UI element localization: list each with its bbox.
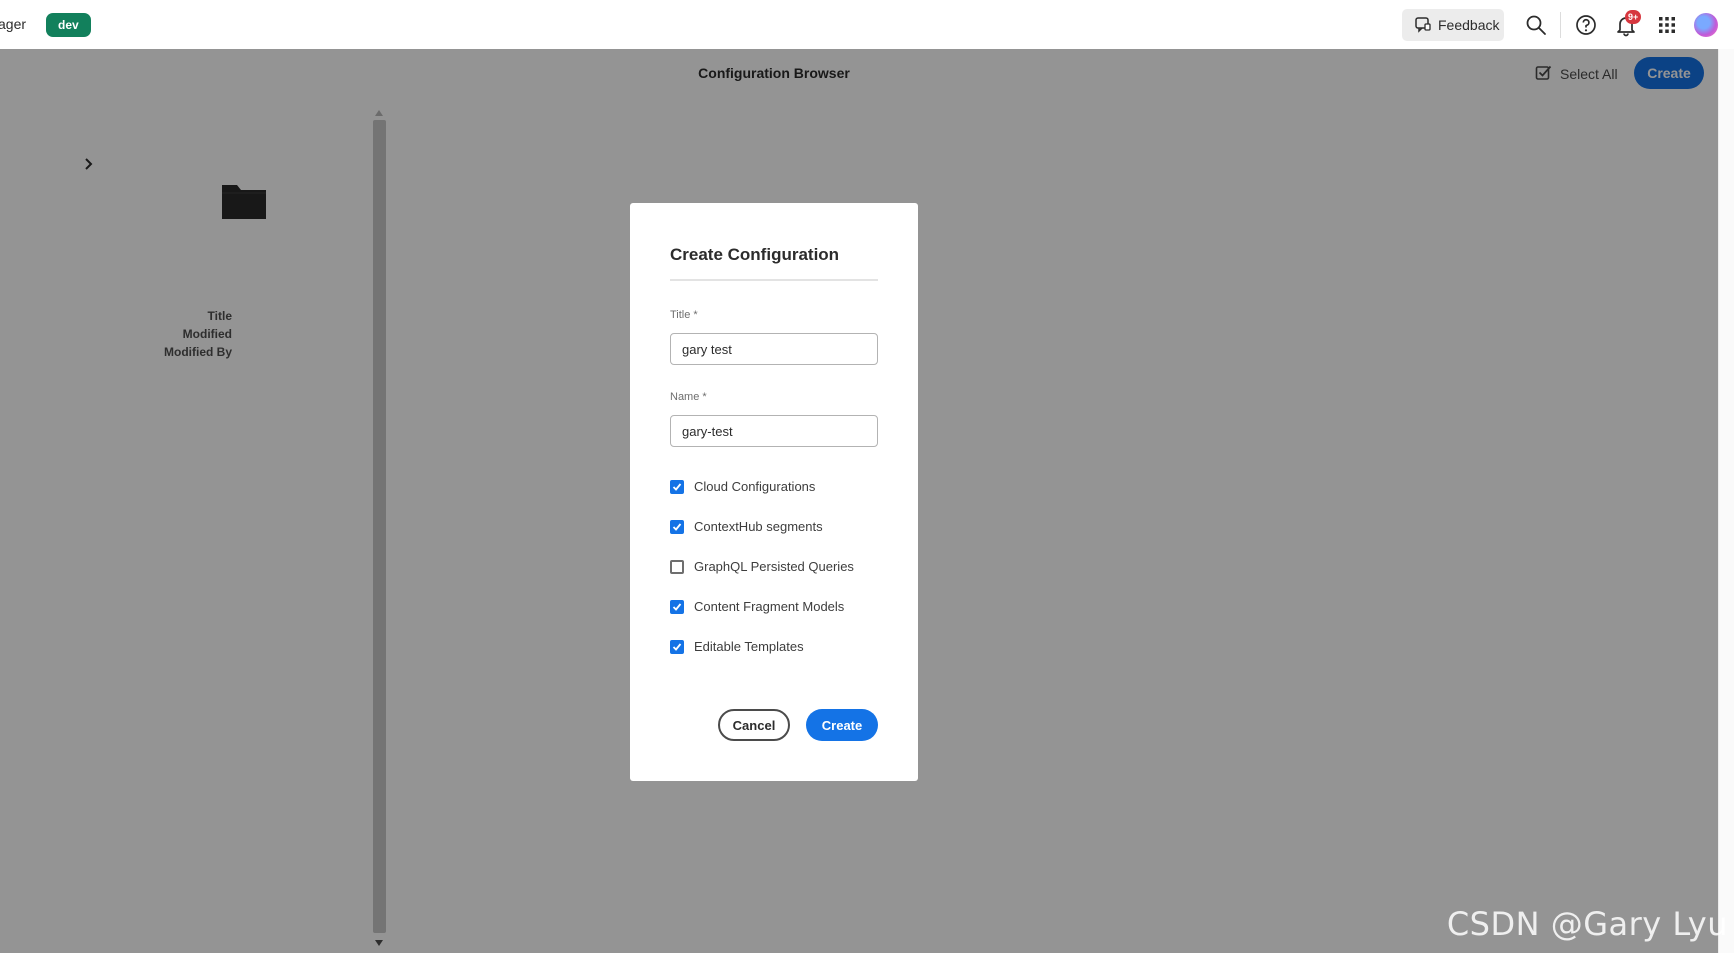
name-field-label: Name * [670,391,707,403]
global-header: ager dev Feedback 9+ [0,0,1734,50]
name-input[interactable] [670,415,878,447]
create-confirm-button[interactable]: Create [806,709,878,741]
feedback-label: Feedback [1438,17,1500,33]
checkbox-editable-templates[interactable]: Editable Templates [670,639,804,654]
cancel-button[interactable]: Cancel [718,709,790,741]
help-icon[interactable] [1574,13,1598,37]
checkbox-label: Cloud Configurations [694,479,816,494]
page: ager dev Feedback 9+ Configuration Brows… [0,0,1734,953]
dialog-divider [670,279,878,281]
checkbox-label: Editable Templates [694,639,804,654]
feedback-icon [1414,15,1432,36]
checkbox-checked-icon[interactable] [670,599,684,614]
checkbox-unchecked-icon[interactable] [670,559,684,574]
page-scrollbar[interactable] [1718,49,1734,953]
checkbox-contexthub-segments[interactable]: ContextHub segments [670,519,823,534]
checkbox-checked-icon[interactable] [670,519,684,534]
dialog-title: Create Configuration [670,245,840,264]
checkbox-cloud-configurations[interactable]: Cloud Configurations [670,479,815,494]
checkbox-label: GraphQL Persisted Queries [694,559,854,574]
notification-badge: 9+ [1625,10,1642,24]
checkbox-checked-icon[interactable] [670,479,684,494]
environment-badge: dev [46,13,91,37]
title-input[interactable] [670,333,878,365]
checkbox-graphql-persisted-queries[interactable]: GraphQL Persisted Queries [670,559,854,574]
search-icon[interactable] [1524,13,1548,37]
checkbox-label: Content Fragment Models [694,599,845,614]
checkbox-checked-icon[interactable] [670,639,684,654]
feedback-button[interactable]: Feedback [1402,9,1504,41]
create-configuration-dialog: Create Configuration Title * Name * Clou… [630,203,918,781]
avatar[interactable] [1694,13,1718,37]
header-divider [1560,12,1561,38]
title-field-label: Title * [670,309,698,321]
watermark: CSDN @Gary Lyu [1446,905,1728,943]
checkbox-content-fragment-models[interactable]: Content Fragment Models [670,599,844,614]
product-name[interactable]: ager [0,16,26,32]
apps-grid-icon[interactable] [1655,13,1679,37]
checkbox-label: ContextHub segments [694,519,823,534]
